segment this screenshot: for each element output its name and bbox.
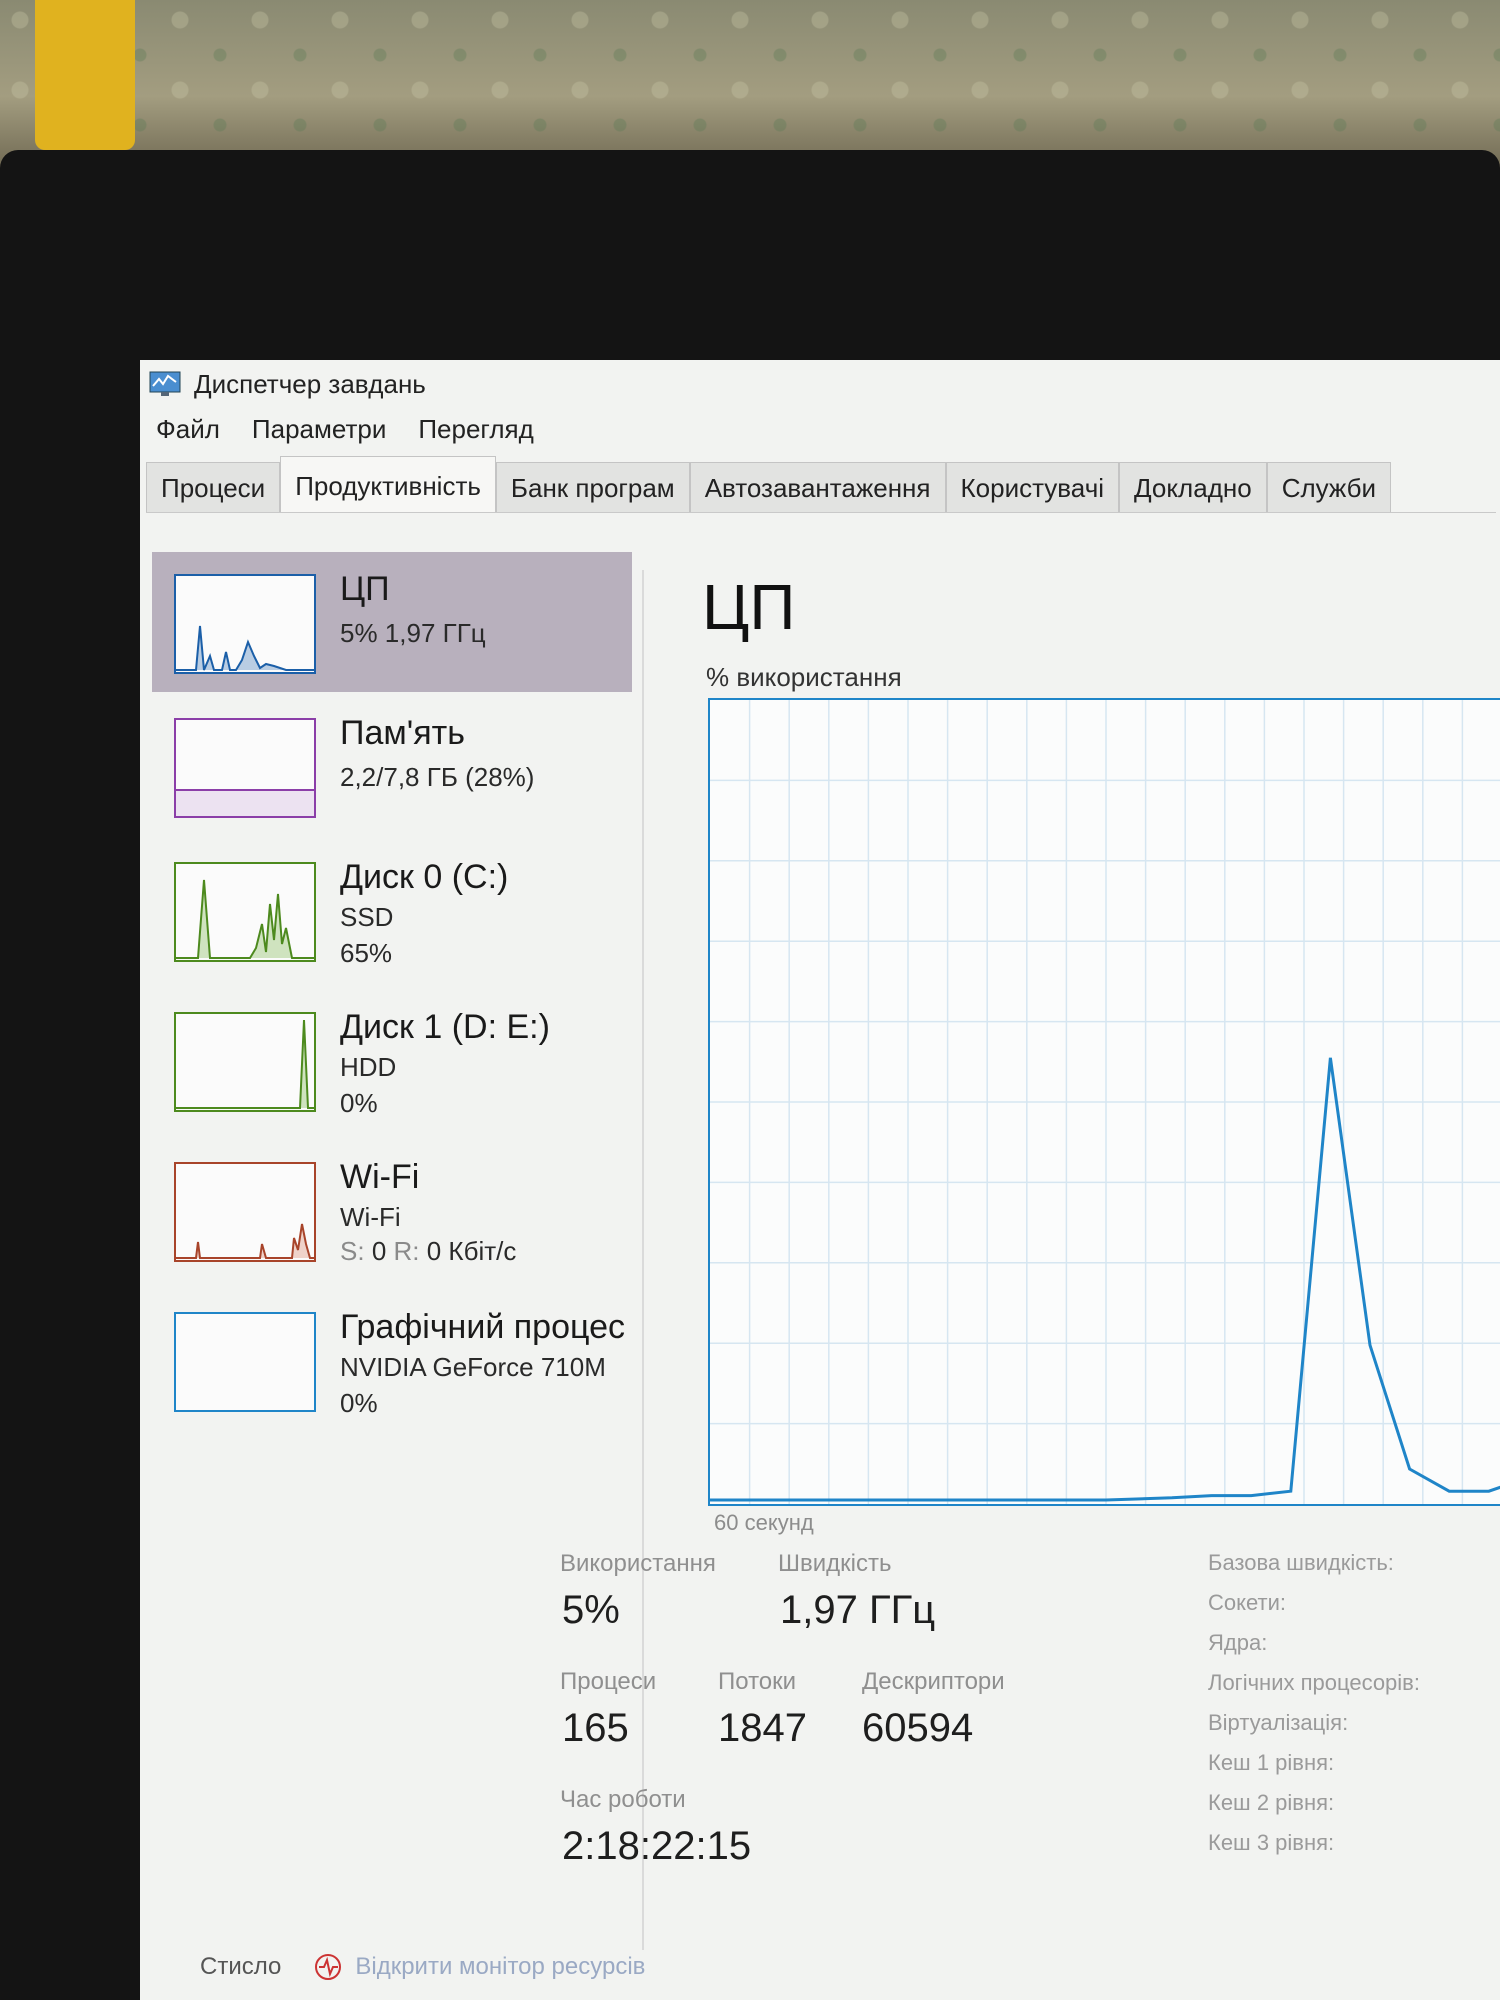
performance-sidebar: ЦП 5% 1,97 ГГц Пам'ять 2,2/7,8 ГБ (28%) …: [152, 552, 632, 1952]
processes-value: 165: [562, 1706, 629, 1750]
cpu-thumbnail: [174, 574, 316, 674]
menu-options[interactable]: Параметри: [236, 414, 402, 454]
cpu-usage-graph: [708, 698, 1500, 1506]
tab-strip: Процеси Продуктивність Банк програм Авто…: [146, 456, 1496, 513]
cpu-heading: ЦП: [702, 571, 796, 643]
spec-l1-cache: Кеш 1 рівня:: [1208, 1750, 1335, 1775]
usage-value: 5%: [562, 1588, 620, 1632]
threads-value: 1847: [718, 1706, 807, 1750]
tab-details[interactable]: Докладно: [1119, 462, 1267, 512]
tab-startup[interactable]: Автозавантаження: [689, 462, 946, 512]
spec-virtualization: Віртуалізація:: [1208, 1710, 1349, 1735]
menu-view[interactable]: Перегляд: [402, 414, 549, 454]
sidebar-disk0-type: SSD: [340, 902, 394, 932]
sidebar-gpu-value: 0%: [340, 1388, 378, 1418]
spec-l2-cache: Кеш 2 рівня:: [1208, 1790, 1335, 1815]
sidebar-wifi-throughput: S: 0 R: 0 Кбіт/с: [340, 1236, 516, 1267]
sidebar-disk0-title: Диск 0 (C:): [340, 858, 509, 896]
speed-label: Швидкість: [778, 1550, 892, 1577]
resource-monitor-icon: [315, 1954, 342, 1980]
pane-divider: [642, 570, 644, 1950]
fewer-details-button[interactable]: Стисло: [200, 1953, 281, 1981]
task-manager-icon: [149, 371, 181, 396]
tab-app-history[interactable]: Банк програм: [495, 462, 690, 512]
sidebar-memory-value: 2,2/7,8 ГБ (28%): [340, 762, 535, 792]
uptime-label: Час роботи: [560, 1786, 686, 1813]
sidebar-cpu-value: 5% 1,97 ГГц: [340, 618, 486, 648]
speed-value: 1,97 ГГц: [780, 1588, 936, 1632]
sidebar-item-cpu[interactable]: ЦП 5% 1,97 ГГц: [152, 552, 632, 692]
spec-logical-processors: Логічних процесорів:: [1208, 1670, 1420, 1695]
sidebar-item-disk1[interactable]: Диск 1 (D: E:) HDD 0%: [152, 990, 632, 1130]
memory-thumbnail: [174, 718, 316, 818]
spec-base-speed: Базова швидкість:: [1208, 1550, 1394, 1575]
wifi-receive-label: R:: [393, 1236, 420, 1266]
sidebar-gpu-title: Графічний процес: [340, 1308, 625, 1346]
sidebar-item-disk0[interactable]: Диск 0 (C:) SSD 65%: [152, 840, 632, 980]
disk0-thumbnail: [174, 862, 316, 962]
disk1-thumbnail: [174, 1012, 316, 1112]
sidebar-memory-title: Пам'ять: [340, 714, 465, 752]
open-resource-monitor-link[interactable]: Відкрити монітор ресурсів: [355, 1953, 645, 1981]
spec-sockets: Сокети:: [1208, 1590, 1286, 1615]
wifi-send-value: 0: [371, 1236, 387, 1266]
sidebar-disk1-title: Диск 1 (D: E:): [340, 1008, 550, 1046]
menu-bar: Файл Параметри Перегляд: [140, 414, 550, 454]
sidebar-wifi-adapter: Wi-Fi: [340, 1202, 401, 1232]
title-bar: Диспетчер завдань: [140, 360, 1500, 408]
tab-services[interactable]: Служби: [1266, 462, 1392, 512]
time-span-label: 60 секунд: [714, 1510, 814, 1535]
footer-bar: Стисло Відкрити монітор ресурсів: [200, 1952, 645, 1982]
sidebar-item-wifi[interactable]: Wi-Fi Wi-Fi S: 0 R: 0 Кбіт/с: [152, 1140, 632, 1280]
sidebar-gpu-model: NVIDIA GeForce 710M: [340, 1352, 606, 1382]
yellow-object: [35, 0, 135, 150]
sidebar-disk0-value: 65%: [340, 938, 393, 968]
task-manager-window: Диспетчер завдань Файл Параметри Перегля…: [140, 360, 1500, 2000]
uptime-value: 2:18:22:15: [562, 1824, 752, 1868]
processes-label: Процеси: [560, 1668, 657, 1695]
handles-value: 60594: [862, 1706, 974, 1750]
usage-axis-label: % використання: [706, 662, 902, 692]
spec-l3-cache: Кеш 3 рівня:: [1208, 1830, 1335, 1855]
cpu-usage-chart: [710, 700, 1500, 1504]
gpu-thumbnail: [174, 1312, 316, 1412]
tab-users[interactable]: Користувачі: [945, 462, 1120, 512]
wifi-thumbnail: [174, 1162, 316, 1262]
sidebar-item-memory[interactable]: Пам'ять 2,2/7,8 ГБ (28%): [152, 696, 632, 836]
sidebar-disk1-type: HDD: [340, 1052, 397, 1082]
spec-cores: Ядра:: [1208, 1630, 1268, 1655]
sidebar-cpu-title: ЦП: [340, 570, 390, 608]
sidebar-item-gpu[interactable]: Графічний процес NVIDIA GeForce 710M 0%: [152, 1290, 632, 1430]
handles-label: Дескриптори: [862, 1668, 1005, 1695]
sidebar-wifi-title: Wi-Fi: [340, 1158, 420, 1196]
wallpaper-pattern: [0, 0, 1500, 175]
usage-label: Використання: [560, 1550, 716, 1577]
menu-file[interactable]: Файл: [140, 414, 236, 454]
wifi-send-label: S:: [340, 1236, 365, 1266]
tab-performance[interactable]: Продуктивність: [280, 456, 496, 512]
threads-label: Потоки: [718, 1668, 797, 1695]
wifi-receive-value: 0 Кбіт/с: [426, 1236, 517, 1266]
window-title: Диспетчер завдань: [194, 368, 426, 399]
sidebar-disk1-value: 0%: [340, 1088, 378, 1118]
tab-processes[interactable]: Процеси: [146, 462, 281, 512]
